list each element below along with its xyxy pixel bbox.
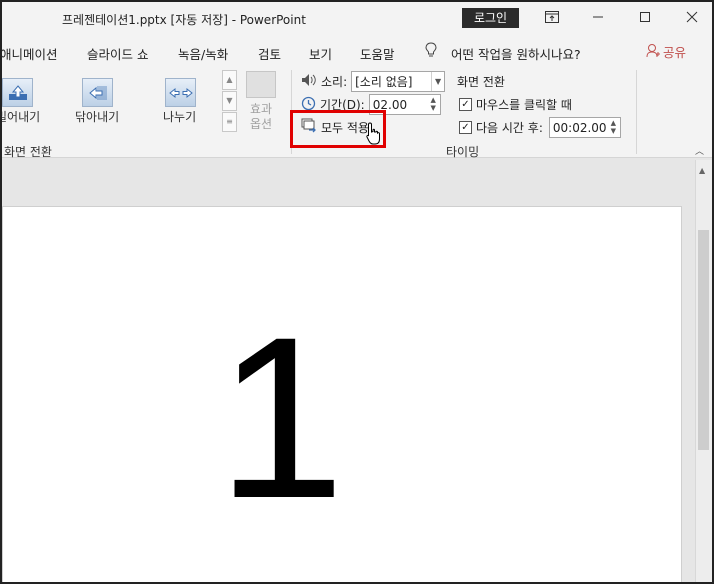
ribbon-tabs: 애니메이션 슬라이드 쇼 녹음/녹화 검토 보기 도움말 어떤 작업을 원하시나…	[0, 36, 714, 66]
title-bar: 프레젠테이션1.pptx [자동 저장] - PowerPoint 로그인	[0, 0, 714, 36]
transition-push-label[interactable]: 밀어내기	[0, 108, 40, 125]
gallery-more-icon[interactable]: ≡	[222, 112, 237, 132]
lightbulb-icon	[425, 42, 437, 61]
tab-help[interactable]: 도움말	[360, 44, 395, 63]
gallery-up-icon[interactable]: ▲	[222, 70, 237, 90]
tell-me-search[interactable]: 어떤 작업을 원하시나요?	[451, 44, 581, 63]
gallery-down-icon[interactable]: ▼	[222, 91, 237, 111]
minimize-icon[interactable]	[586, 6, 610, 28]
sound-row: 소리: [소리 없음] ▼	[301, 71, 446, 92]
scroll-thumb[interactable]	[698, 230, 709, 450]
push-up-arrow-icon[interactable]	[2, 78, 33, 107]
collapse-ribbon-icon[interactable]: ︿	[695, 144, 704, 157]
transition-wipe-label[interactable]: 닦아내기	[75, 108, 119, 125]
after-checkbox[interactable]: ✓	[459, 121, 472, 134]
sound-label: 소리:	[321, 75, 348, 89]
document-title: 프레젠테이션1.pptx [자동 저장] - PowerPoint	[62, 13, 306, 27]
tab-view[interactable]: 보기	[309, 44, 332, 63]
share-label: 공유	[663, 45, 687, 60]
tab-review[interactable]: 검토	[258, 44, 281, 63]
after-label: 다음 시간 후:	[476, 121, 543, 135]
speaker-icon	[301, 73, 317, 90]
effect-options-button[interactable]: 효과 옵션	[241, 71, 281, 132]
tab-recording[interactable]: 녹음/녹화	[178, 44, 228, 63]
after-row: ✓ 다음 시간 후: 00:02.00 ▲ ▼	[459, 117, 621, 138]
split-arrows-icon[interactable]	[165, 78, 196, 107]
slide-number-text[interactable]: 1	[217, 303, 345, 533]
sound-dropdown[interactable]: [소리 없음] ▼	[351, 71, 446, 92]
hand-cursor-icon	[366, 122, 380, 145]
transition-split-label[interactable]: 나누기	[163, 108, 196, 125]
sound-value: [소리 없음]	[355, 75, 413, 89]
slide-canvas[interactable]: 1	[2, 206, 682, 584]
spinner-arrows-icon[interactable]: ▲ ▼	[608, 119, 619, 136]
spinner-arrows-icon[interactable]: ▲ ▼	[428, 96, 439, 113]
group-divider	[636, 70, 637, 154]
scroll-up-icon[interactable]: ▲	[699, 166, 705, 175]
effect-options-icon	[246, 71, 276, 98]
after-spinner[interactable]: 00:02.00 ▲ ▼	[548, 117, 621, 138]
gallery-scroll[interactable]: ▲ ▼ ≡	[222, 70, 237, 132]
tab-slide-show[interactable]: 슬라이드 쇼	[87, 44, 148, 63]
login-button[interactable]: 로그인	[462, 8, 519, 28]
wipe-left-arrow-icon[interactable]	[82, 78, 113, 107]
chevron-down-icon[interactable]: ▼	[431, 72, 444, 91]
vertical-scrollbar[interactable]: ▲	[695, 160, 712, 584]
close-icon[interactable]	[680, 6, 704, 28]
maximize-icon[interactable]	[633, 6, 657, 28]
tab-animations[interactable]: 애니메이션	[0, 44, 58, 63]
person-icon	[646, 43, 660, 61]
after-value: 00:02.00	[552, 120, 607, 135]
on-click-checkbox[interactable]: ✓	[459, 98, 472, 111]
ribbon-display-icon[interactable]	[540, 6, 564, 28]
share-button[interactable]: 공유	[646, 42, 686, 61]
advance-title: 화면 전환	[457, 75, 505, 89]
on-click-label: 마우스를 클릭할 때	[476, 98, 572, 112]
on-click-row[interactable]: ✓ 마우스를 클릭할 때	[459, 96, 572, 113]
effect-options-label: 효과 옵션	[249, 102, 273, 131]
